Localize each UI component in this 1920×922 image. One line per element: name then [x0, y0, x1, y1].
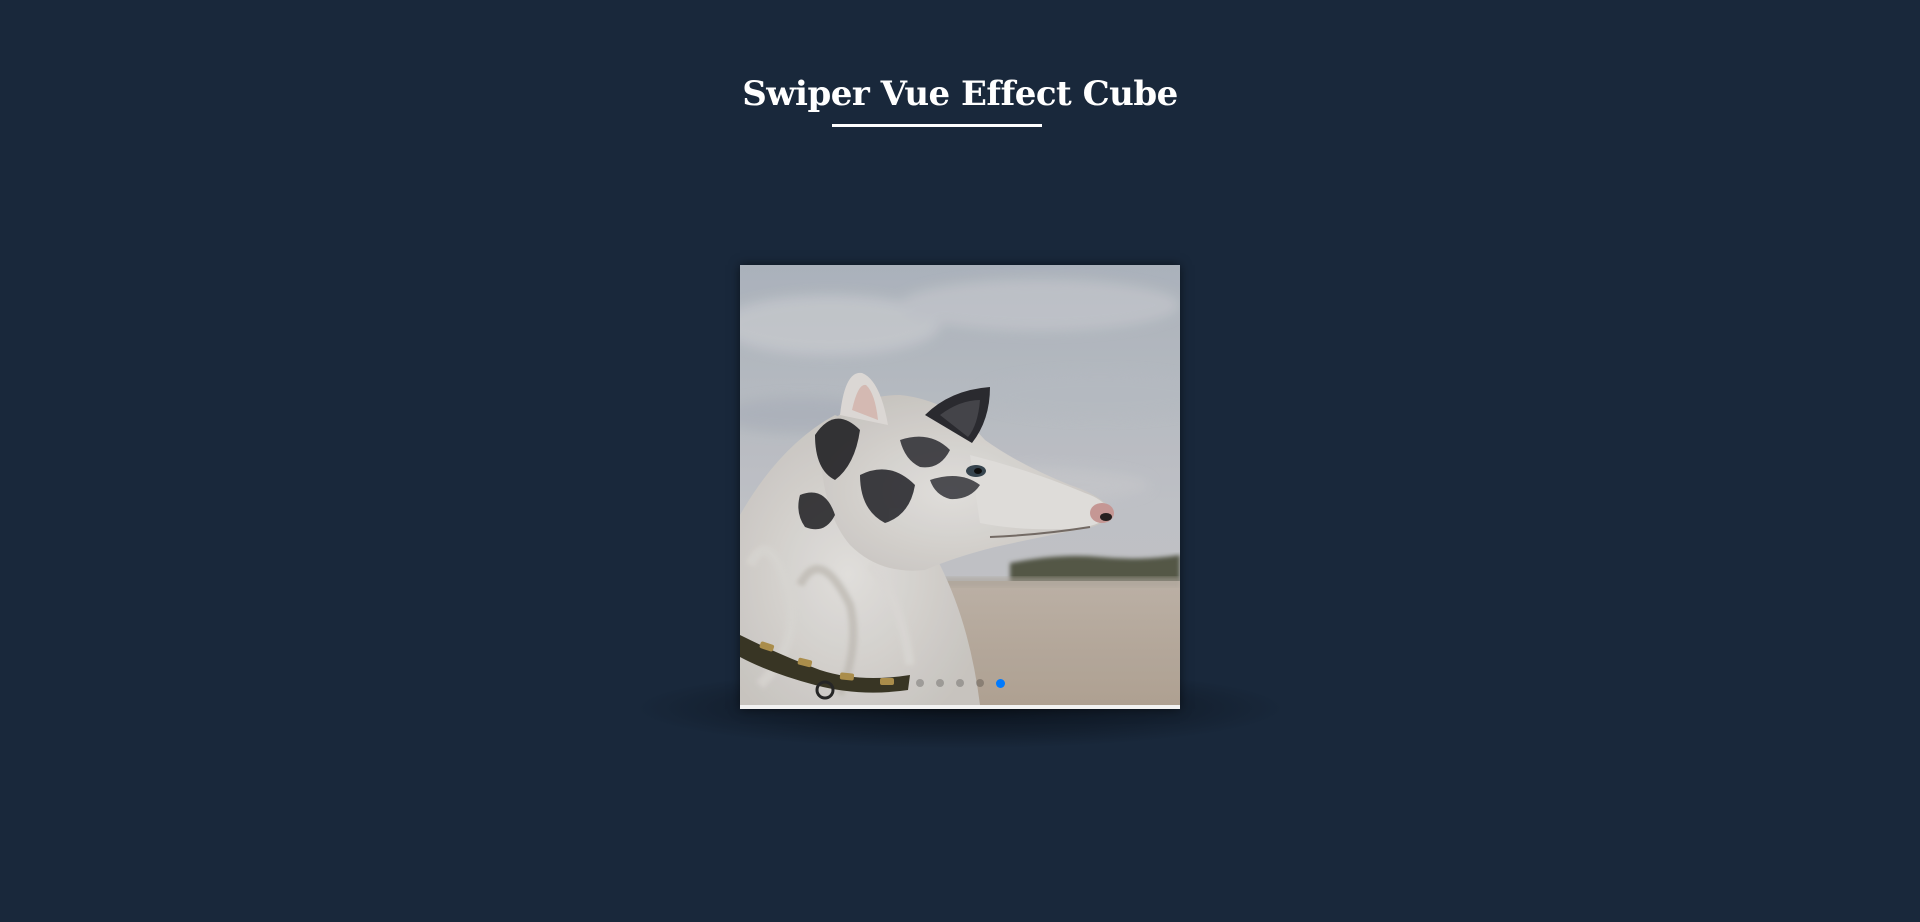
pagination-bullet-4[interactable]	[975, 679, 984, 687]
pagination-bullet-5[interactable]	[995, 678, 1005, 688]
page: Swiper Vue Effect Cube	[0, 0, 1920, 922]
slide-overlay	[740, 265, 1180, 705]
swiper-pagination	[740, 677, 1180, 689]
title-underline	[832, 124, 1042, 127]
cube-swiper[interactable]	[740, 265, 1180, 709]
page-title: Swiper Vue Effect Cube	[742, 74, 1178, 114]
pagination-bullet-1[interactable]	[915, 679, 924, 687]
pagination-bullet-3[interactable]	[955, 679, 964, 687]
pagination-bullet-2[interactable]	[935, 679, 944, 687]
swiper-slide-active[interactable]	[740, 265, 1180, 705]
